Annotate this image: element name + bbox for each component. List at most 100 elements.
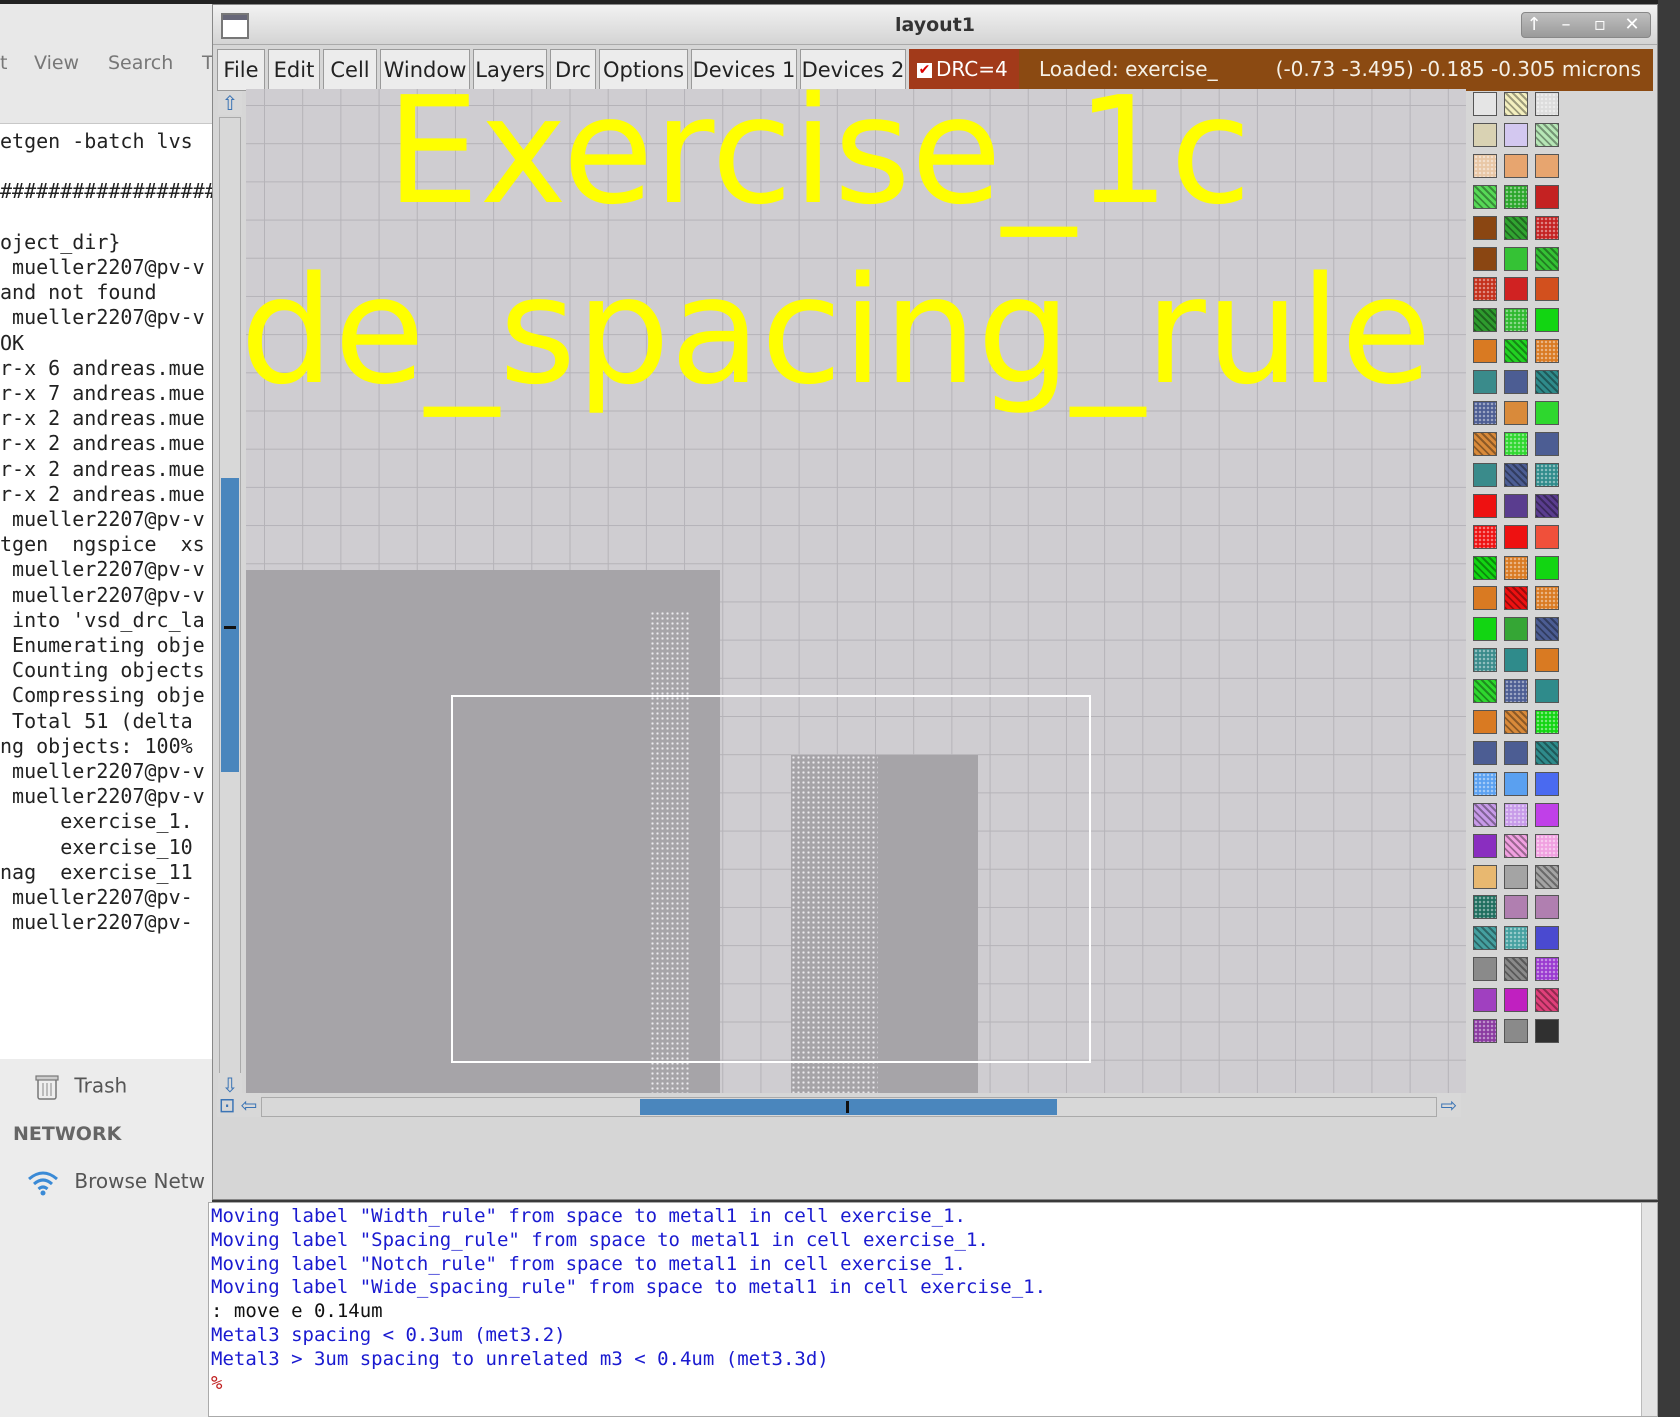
layer-swatch[interactable]: [1535, 833, 1559, 858]
layer-swatch[interactable]: [1473, 339, 1497, 364]
window-titlebar[interactable]: layout1 ↑ – ▫ ✕: [213, 5, 1657, 45]
layer-swatch[interactable]: [1535, 122, 1559, 147]
horizontal-scrollbar[interactable]: [261, 1097, 1437, 1117]
layer-swatch[interactable]: [1535, 802, 1559, 827]
drc-checkbox[interactable]: ✔: [917, 63, 932, 78]
layer-swatch[interactable]: [1473, 215, 1497, 240]
layer-swatch[interactable]: [1504, 153, 1528, 178]
layer-swatch[interactable]: [1504, 308, 1528, 333]
layer-swatch[interactable]: [1535, 462, 1559, 487]
layer-swatch[interactable]: [1473, 988, 1497, 1013]
layer-swatch[interactable]: [1535, 339, 1559, 364]
layer-swatch[interactable]: [1504, 586, 1528, 611]
layer-swatch[interactable]: [1504, 802, 1528, 827]
layer-swatch[interactable]: [1535, 679, 1559, 704]
selection-box[interactable]: [451, 695, 1091, 1063]
layer-swatch[interactable]: [1504, 617, 1528, 642]
layer-swatch[interactable]: [1473, 802, 1497, 827]
layer-swatch[interactable]: [1473, 1019, 1497, 1043]
tkcon-console[interactable]: Moving label "Width_rule" from space to …: [208, 1202, 1658, 1417]
menu-edit[interactable]: Edit: [268, 49, 320, 91]
vertical-scroll-thumb[interactable]: [221, 478, 239, 772]
layer-swatch[interactable]: [1504, 277, 1528, 302]
layer-swatch[interactable]: [1473, 122, 1497, 147]
layer-swatch[interactable]: [1504, 92, 1528, 116]
layer-swatch[interactable]: [1504, 926, 1528, 951]
layer-swatch[interactable]: [1504, 710, 1528, 734]
layer-swatch[interactable]: [1535, 771, 1559, 796]
layout-canvas[interactable]: Exercise_1c de_spacing_rule: [246, 89, 1466, 1093]
layer-swatch[interactable]: [1504, 957, 1528, 982]
layer-swatch[interactable]: [1535, 988, 1559, 1013]
zoom-box-icon[interactable]: ⊡: [217, 1093, 237, 1117]
sidebar-item-trash[interactable]: Trash: [34, 1073, 127, 1101]
layer-swatch[interactable]: [1535, 555, 1559, 580]
layer-swatch[interactable]: [1504, 339, 1528, 364]
layer-swatch[interactable]: [1473, 740, 1497, 765]
layer-swatch[interactable]: [1535, 92, 1559, 116]
layer-swatch[interactable]: [1473, 864, 1497, 889]
layer-swatch[interactable]: [1535, 617, 1559, 642]
layer-swatch[interactable]: [1535, 370, 1559, 395]
layer-swatch[interactable]: [1535, 308, 1559, 333]
layer-swatch[interactable]: [1473, 586, 1497, 611]
menu-file[interactable]: File: [217, 49, 265, 91]
layer-swatch[interactable]: [1535, 401, 1559, 425]
layer-swatch[interactable]: [1473, 370, 1497, 395]
layer-swatch[interactable]: [1535, 710, 1559, 734]
minimize-icon[interactable]: –: [1553, 14, 1579, 36]
layer-swatch[interactable]: [1535, 864, 1559, 889]
close-icon[interactable]: ✕: [1619, 14, 1645, 36]
layer-swatch[interactable]: [1473, 679, 1497, 704]
terminal-window[interactable]: etgen -batch lvs ################## oject_…: [0, 124, 215, 1059]
layer-swatch[interactable]: [1473, 401, 1497, 425]
layer-swatch[interactable]: [1473, 617, 1497, 642]
layer-swatch[interactable]: [1473, 431, 1497, 456]
layer-swatch[interactable]: [1535, 431, 1559, 456]
layer-swatch[interactable]: [1504, 864, 1528, 889]
menu-edit-partial[interactable]: t: [0, 52, 7, 74]
layer-swatch[interactable]: [1504, 555, 1528, 580]
layer-swatch[interactable]: [1504, 895, 1528, 920]
scroll-right-icon[interactable]: ⇨: [1437, 1093, 1461, 1117]
layer-swatch[interactable]: [1473, 246, 1497, 271]
layer-swatch[interactable]: [1473, 926, 1497, 951]
menu-cell[interactable]: Cell: [323, 49, 377, 91]
menu-devices-2[interactable]: Devices 2: [800, 49, 906, 91]
layer-swatch[interactable]: [1504, 493, 1528, 518]
layer-swatch[interactable]: [1473, 710, 1497, 734]
layer-swatch[interactable]: [1473, 771, 1497, 796]
menu-drc[interactable]: Drc: [550, 49, 596, 91]
layer-swatch[interactable]: [1535, 184, 1559, 209]
layer-swatch[interactable]: [1473, 833, 1497, 858]
layer-swatch[interactable]: [1535, 957, 1559, 982]
layer-swatch[interactable]: [1504, 740, 1528, 765]
layer-swatch[interactable]: [1473, 92, 1497, 116]
sidebar-item-browse-network[interactable]: Browse Netw: [26, 1169, 205, 1196]
layer-swatch[interactable]: [1504, 988, 1528, 1013]
menu-layers[interactable]: Layers: [473, 49, 547, 91]
maximize-icon[interactable]: ▫: [1587, 14, 1613, 36]
menu-window[interactable]: Window: [380, 49, 470, 91]
layer-swatch[interactable]: [1535, 648, 1559, 673]
drc-count-toggle[interactable]: ✔ DRC=4: [909, 49, 1019, 91]
menu-view[interactable]: View: [34, 52, 79, 74]
layer-swatch[interactable]: [1504, 1019, 1528, 1043]
menu-options[interactable]: Options: [599, 49, 688, 91]
layer-swatch[interactable]: [1535, 493, 1559, 518]
vertical-scrollbar[interactable]: [219, 117, 241, 1075]
layer-swatch[interactable]: [1535, 740, 1559, 765]
layer-swatch[interactable]: [1535, 586, 1559, 611]
layer-swatch[interactable]: [1535, 895, 1559, 920]
menu-devices-1[interactable]: Devices 1: [691, 49, 797, 91]
layer-swatch[interactable]: [1535, 153, 1559, 178]
layer-swatch[interactable]: [1473, 308, 1497, 333]
layer-swatch[interactable]: [1504, 401, 1528, 425]
layer-swatch[interactable]: [1504, 246, 1528, 271]
layer-swatch[interactable]: [1473, 895, 1497, 920]
layer-swatch[interactable]: [1504, 833, 1528, 858]
layer-swatch[interactable]: [1473, 493, 1497, 518]
raise-icon[interactable]: ↑: [1521, 14, 1547, 36]
layer-swatch[interactable]: [1504, 462, 1528, 487]
layer-swatch[interactable]: [1535, 524, 1559, 549]
